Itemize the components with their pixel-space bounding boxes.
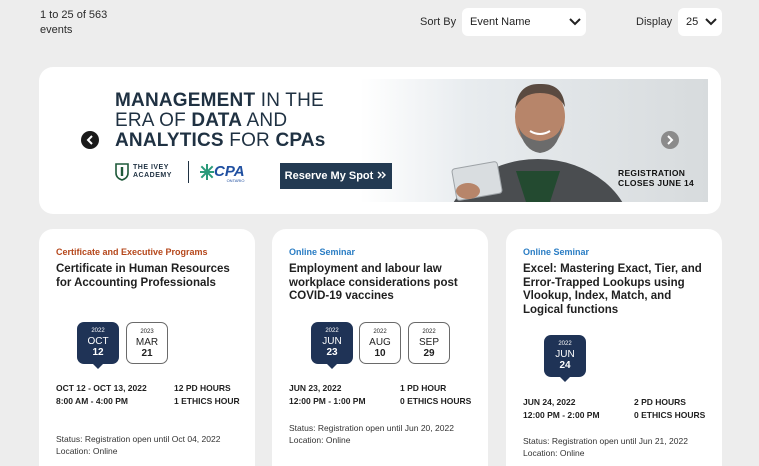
sort-select[interactable]: Event Name: [462, 8, 586, 36]
cpa-ontario-logo: CPA ONTARIO: [200, 163, 245, 183]
event-status: Status: Registration open until Jun 20, …: [289, 423, 454, 433]
event-date-range: JUN 23, 2022: [289, 383, 342, 393]
selected-date-pointer: [327, 364, 337, 369]
ivey-line1: THE IVEY: [133, 164, 169, 171]
event-card[interactable]: Certificate and Executive Programs Certi…: [39, 229, 255, 466]
event-time: 12:00 PM - 1:00 PM: [289, 395, 366, 406]
date-month: AUG: [369, 337, 391, 348]
cpa-logo-sub: ONTARIO: [226, 178, 245, 183]
date-month: OCT: [87, 336, 109, 347]
event-ethics-hours: 1 ETHICS HOUR: [174, 395, 240, 406]
event-hours: 1 PD HOUR 0 ETHICS HOURS: [400, 382, 471, 407]
event-time: 8:00 AM - 4:00 PM: [56, 395, 128, 406]
carousel-next-button[interactable]: [661, 131, 679, 149]
event-date-tile[interactable]: 2022 JUN 24: [544, 335, 586, 377]
presenter-photo: [451, 83, 623, 202]
ivey-line2: ACADEMY: [133, 172, 172, 179]
logo-divider: [188, 161, 189, 183]
event-card[interactable]: Online Seminar Excel: Mastering Exact, T…: [506, 229, 722, 466]
event-hours: 2 PD HOURS 0 ETHICS HOURS: [634, 396, 705, 421]
chevron-down-icon: [564, 11, 586, 33]
event-date-tile[interactable]: 2022 SEP 29: [408, 322, 450, 364]
date-day: 21: [141, 348, 153, 359]
event-pd-hours: 12 PD HOURS: [174, 383, 231, 393]
event-status: Status: Registration open until Oct 04, …: [56, 434, 221, 444]
selected-date-pointer: [93, 364, 103, 369]
date-day: 29: [423, 348, 435, 359]
date-day: 10: [374, 348, 386, 359]
event-schedule: JUN 23, 2022 12:00 PM - 1:00 PM: [289, 382, 366, 407]
date-month: JUN: [322, 336, 342, 347]
result-count: 1 to 25 of 563 events: [40, 8, 130, 38]
banner-headline: MANAGEMENT IN THE ERA OF DATA AND ANALYT…: [115, 90, 326, 151]
event-status: Status: Registration open until Jun 21, …: [523, 436, 688, 446]
date-month: MAR: [135, 337, 159, 348]
sort-value: Event Name: [470, 16, 531, 28]
reserve-label: Reserve My Spot: [284, 170, 374, 182]
date-month: JUN: [555, 349, 575, 360]
event-category: Online Seminar: [523, 247, 590, 257]
date-year: 2023: [140, 329, 154, 335]
event-date-range: JUN 24, 2022: [523, 397, 576, 407]
registration-deadline: REGISTRATION CLOSES JUNE 14: [618, 168, 695, 188]
event-schedule: JUN 24, 2022 12:00 PM - 2:00 PM: [523, 396, 600, 421]
double-chevron-right-icon: [377, 170, 387, 182]
chevron-right-icon: [667, 135, 674, 145]
event-date-tile[interactable]: 2022 JUN 23: [311, 322, 353, 364]
event-location: Location: Online: [523, 448, 585, 458]
event-status-block: Status: Registration open until Jun 21, …: [523, 435, 688, 459]
event-status-block: Status: Registration open until Jun 20, …: [289, 422, 454, 446]
event-title[interactable]: Employment and labour law workplace cons…: [289, 263, 479, 304]
banner-slide[interactable]: MANAGEMENT IN THE ERA OF DATA AND ANALYT…: [108, 79, 708, 202]
event-date-tile[interactable]: 2022 OCT 12: [77, 322, 119, 364]
event-ethics-hours: 0 ETHICS HOURS: [400, 395, 472, 406]
date-day: 12: [92, 347, 104, 358]
date-year: 2022: [91, 328, 105, 334]
event-date-range: OCT 12 - OCT 13, 2022: [56, 383, 147, 393]
display-value: 25: [686, 16, 699, 28]
event-status-block: Status: Registration open until Oct 04, …: [56, 433, 220, 457]
ivey-shield-icon: [115, 163, 129, 181]
event-ethics-hours: 0 ETHICS HOURS: [634, 409, 706, 420]
event-pd-hours: 2 PD HOURS: [634, 397, 686, 407]
event-hours: 12 PD HOURS 1 ETHICS HOUR: [174, 382, 240, 407]
date-day: 24: [559, 360, 571, 371]
date-month: SEP: [418, 337, 439, 348]
ivey-academy-logo: THE IVEY ACADEMY: [115, 163, 172, 181]
event-schedule: OCT 12 - OCT 13, 2022 8:00 AM - 4:00 PM: [56, 382, 147, 407]
chevron-down-icon: [700, 11, 722, 33]
event-category: Online Seminar: [289, 247, 356, 257]
results-toolbar: 1 to 25 of 563 events Sort By Event Name…: [0, 0, 759, 50]
sort-label: Sort By: [420, 16, 457, 28]
carousel-prev-button[interactable]: [81, 131, 99, 149]
display-select[interactable]: 25: [678, 8, 722, 36]
date-year: 2022: [422, 329, 436, 335]
reserve-my-spot-button[interactable]: Reserve My Spot: [280, 163, 392, 189]
result-count-unit: events: [40, 24, 73, 36]
event-category: Certificate and Executive Programs: [56, 247, 208, 257]
display-label: Display: [636, 16, 673, 28]
chevron-left-icon: [86, 135, 93, 145]
date-year: 2022: [373, 329, 387, 335]
cpa-star-icon: [200, 164, 214, 180]
event-title[interactable]: Excel: Mastering Exact, Tier, and Error-…: [523, 263, 713, 317]
selected-date-pointer: [560, 377, 570, 382]
event-card[interactable]: Online Seminar Employment and labour law…: [272, 229, 488, 466]
event-date-tile[interactable]: 2022 AUG 10: [359, 322, 401, 364]
banner-carousel: MANAGEMENT IN THE ERA OF DATA AND ANALYT…: [39, 67, 721, 214]
event-location: Location: Online: [289, 435, 351, 445]
result-count-range: 1 to 25 of 563: [40, 9, 108, 21]
date-day: 23: [326, 347, 338, 358]
event-title[interactable]: Certificate in Human Resources for Accou…: [56, 263, 246, 290]
event-pd-hours: 1 PD HOUR: [400, 383, 447, 393]
event-time: 12:00 PM - 2:00 PM: [523, 409, 600, 420]
date-year: 2022: [558, 341, 572, 347]
event-date-tile[interactable]: 2023 MAR 21: [126, 322, 168, 364]
event-location: Location: Online: [56, 446, 118, 456]
registration-line2: CLOSES JUNE 14: [618, 177, 695, 188]
date-year: 2022: [325, 328, 339, 334]
